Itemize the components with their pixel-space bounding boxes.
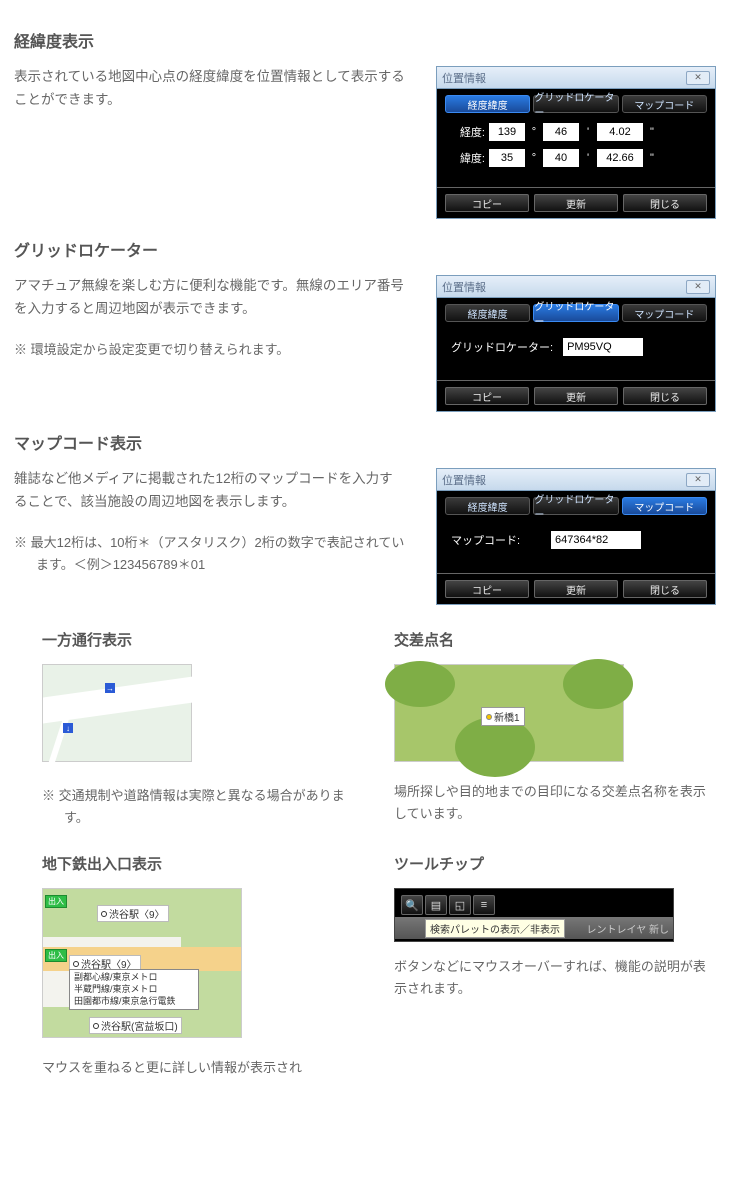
close-icon[interactable]: ✕	[686, 280, 710, 294]
dialog-title: 位置情報	[442, 70, 486, 86]
tab-grid[interactable]: グリッドロケーター	[533, 497, 618, 515]
copy-button[interactable]: コピー	[445, 580, 529, 598]
min-unit: '	[583, 152, 593, 164]
text-intersection: 場所探しや目的地までの目印になる交差点名称を表示しています。	[394, 781, 716, 825]
copy-button[interactable]: コピー	[445, 194, 529, 212]
close-button[interactable]: 閉じる	[623, 387, 707, 405]
update-button[interactable]: 更新	[534, 580, 618, 598]
oneway-arrow-icon: →	[105, 683, 115, 693]
heading-tooltip: ツールチップ	[394, 853, 716, 874]
station-label: 渋谷駅(宮益坂口)	[89, 1017, 182, 1034]
lon-sec-input[interactable]: 4.02	[597, 123, 643, 141]
close-icon[interactable]: ✕	[686, 473, 710, 487]
text-tooltip: ボタンなどにマウスオーバーすれば、機能の説明が表示されます。	[394, 956, 716, 1000]
close-button[interactable]: 閉じる	[623, 580, 707, 598]
note-grid: ※ 環境設定から設定変更で切り替えられます。	[14, 339, 406, 361]
intersection-dot-icon	[486, 714, 492, 720]
text-mapcode: 雑誌など他メディアに掲載された12桁のマップコードを入力することで、該当施設の周…	[14, 468, 406, 514]
tab-coord[interactable]: 経度緯度	[445, 95, 530, 113]
tooltip-thumb: 🔍 ▤ ◱ ≡ 検索パレットの表示／非表示 レントレイヤ 新し	[394, 888, 674, 942]
toolbar-button[interactable]: ▤	[425, 895, 447, 915]
mapcode-input[interactable]: 647364*82	[551, 531, 641, 549]
lat-sec-input[interactable]: 42.66	[597, 149, 643, 167]
oneway-arrow-icon: ↓	[63, 723, 73, 733]
tab-coord[interactable]: 経度緯度	[445, 497, 530, 515]
heading-grid: グリッドロケーター	[14, 237, 716, 261]
tab-grid[interactable]: グリッドロケーター	[533, 95, 618, 113]
subway-map-thumb: 出入 出入 渋谷駅〈9〉 渋谷駅〈9〉 副都心線/東京メトロ 半蔵門線/東京メト…	[42, 888, 242, 1038]
dialog-title: 位置情報	[442, 472, 486, 488]
update-button[interactable]: 更新	[534, 387, 618, 405]
toolbar-button[interactable]: ≡	[473, 895, 495, 915]
lon-deg-input[interactable]: 139	[489, 123, 525, 141]
close-icon[interactable]: ✕	[686, 71, 710, 85]
deg-unit: °	[529, 152, 539, 164]
tab-mapcode[interactable]: マップコード	[622, 497, 707, 515]
lat-deg-input[interactable]: 35	[489, 149, 525, 167]
lon-min-input[interactable]: 46	[543, 123, 579, 141]
entrance-badge: 出入	[45, 949, 67, 962]
oneway-map-thumb: → ↓	[42, 664, 192, 762]
dialog-title: 位置情報	[442, 279, 486, 295]
search-icon[interactable]: 🔍	[401, 895, 423, 915]
note-mapcode: ※ 最大12桁は、10桁＊（アスタリスク）2桁の数字で表記されています。＜例＞1…	[14, 532, 406, 576]
layer-label: レントレイヤ 新し	[587, 921, 669, 936]
entrance-badge: 出入	[45, 895, 67, 908]
heading-oneway: 一方通行表示	[42, 629, 364, 650]
dialog-coord: 位置情報 ✕ 経度緯度 グリッドロケーター マップコード 経度: 139 ° 4…	[436, 66, 716, 219]
station-info-panel: 副都心線/東京メトロ 半蔵門線/東京メトロ 田園都市線/東京急行電鉄	[69, 969, 199, 1010]
dialog-mapcode: 位置情報 ✕ 経度緯度 グリッドロケーター マップコード マップコード: 647…	[436, 468, 716, 605]
longitude-label: 経度:	[451, 124, 485, 140]
note-oneway: ※ 交通規制や道路情報は実際と異なる場合があります。	[42, 785, 364, 829]
heading-intersection: 交差点名	[394, 629, 716, 650]
grid-locator-input[interactable]: PM95VQ	[563, 338, 643, 356]
text-grid: アマチュア無線を楽しむ方に便利な機能です。無線のエリア番号を入力すると周辺地図が…	[14, 275, 406, 321]
grid-locator-label: グリッドロケーター:	[451, 339, 553, 355]
tab-coord[interactable]: 経度緯度	[445, 304, 530, 322]
sec-unit: "	[647, 152, 657, 164]
tooltip-balloon: 検索パレットの表示／非表示	[425, 919, 565, 938]
tab-grid[interactable]: グリッドロケーター	[533, 304, 618, 322]
text-coord: 表示されている地図中心点の経度緯度を位置情報として表示することができます。	[14, 66, 406, 112]
tab-mapcode[interactable]: マップコード	[622, 304, 707, 322]
deg-unit: °	[529, 126, 539, 138]
update-button[interactable]: 更新	[534, 194, 618, 212]
tab-mapcode[interactable]: マップコード	[622, 95, 707, 113]
heading-coord: 経緯度表示	[14, 28, 716, 52]
copy-button[interactable]: コピー	[445, 387, 529, 405]
dialog-grid: 位置情報 ✕ 経度緯度 グリッドロケーター マップコード グリッドロケーター: …	[436, 275, 716, 412]
sec-unit: "	[647, 126, 657, 138]
heading-subway: 地下鉄出入口表示	[42, 853, 364, 874]
min-unit: '	[583, 126, 593, 138]
intersection-map-thumb: 新橋1	[394, 664, 624, 762]
close-button[interactable]: 閉じる	[623, 194, 707, 212]
heading-mapcode: マップコード表示	[14, 430, 716, 454]
mapcode-label: マップコード:	[451, 532, 541, 548]
intersection-label: 新橋1	[481, 707, 525, 726]
toolbar-button[interactable]: ◱	[449, 895, 471, 915]
lat-min-input[interactable]: 40	[543, 149, 579, 167]
station-label: 渋谷駅〈9〉	[97, 905, 169, 922]
latitude-label: 緯度:	[451, 150, 485, 166]
text-subway-trail: マウスを重ねると更に詳しい情報が表示され	[42, 1057, 364, 1079]
